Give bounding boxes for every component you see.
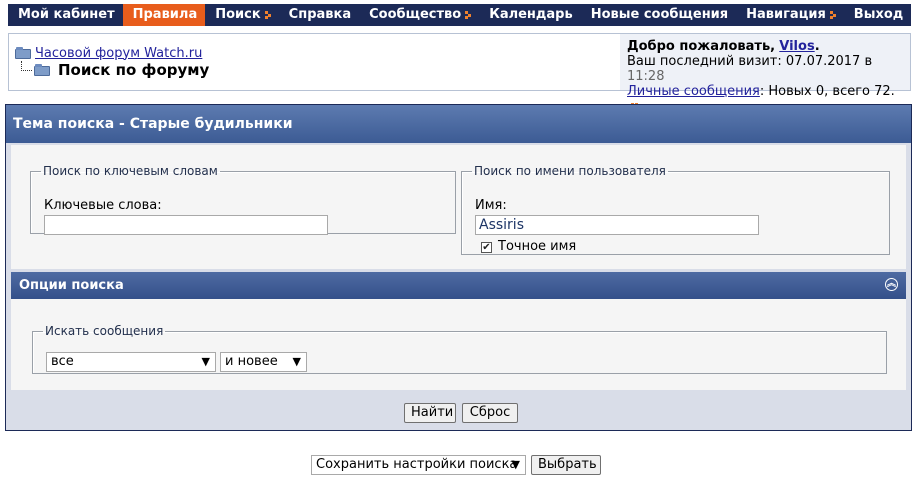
find-button[interactable]: Найти	[404, 403, 456, 423]
menu-arrow-icon	[264, 11, 271, 19]
nav-help[interactable]: Справка	[279, 4, 359, 26]
period-select[interactable]: все ▼	[46, 352, 216, 372]
nav-community[interactable]: Сообщество	[359, 4, 479, 26]
top-nav: Мой кабинет Правила Поиск Справка Сообще…	[8, 4, 911, 26]
nav-label: Поиск	[215, 7, 261, 22]
keyword-legend: Поиск по ключевым словам	[43, 164, 218, 178]
page-title: Поиск по форуму	[58, 61, 210, 79]
tree-line-icon	[21, 61, 32, 71]
save-settings-select[interactable]: Сохранить настройки поиска ▼	[311, 455, 526, 475]
nav-new-posts[interactable]: Новые сообщения	[581, 4, 736, 26]
nav-label: Календарь	[489, 7, 573, 22]
messages-legend: Искать сообщения	[45, 324, 164, 338]
search-options-header: Опции поиска ︽	[11, 272, 906, 299]
nav-label: Навигация	[746, 7, 826, 22]
nav-label: Сообщество	[369, 7, 462, 22]
header-panel: Часовой форум Watch.ru Поиск по форуму Д…	[8, 33, 911, 110]
save-settings-value: Сохранить настройки поиска	[316, 457, 518, 472]
messages-fieldset: Искать сообщения все ▼ и новее ▼	[32, 324, 887, 374]
breadcrumb-forum-link[interactable]: Часовой форум Watch.ru	[35, 46, 202, 61]
nav-label: Новые сообщения	[590, 7, 729, 22]
username-link[interactable]: Vilos	[779, 39, 814, 54]
search-panel: Тема поиска - Старые будильники Поиск по…	[5, 104, 912, 431]
private-messages-link[interactable]: Личные сообщения	[627, 84, 760, 99]
nav-rules[interactable]: Правила	[122, 4, 206, 26]
username-input[interactable]	[475, 215, 759, 235]
keyword-label: Ключевые слова:	[44, 198, 162, 213]
direction-select-value: и новее	[225, 354, 278, 369]
last-visit-text: Ваш последний визит: 07.07.2017 в	[627, 54, 873, 69]
username-label: Имя:	[475, 198, 507, 213]
search-options-body: Искать сообщения все ▼ и новее ▼	[11, 299, 906, 390]
last-visit-time: 11:28	[627, 69, 665, 84]
nav-search[interactable]: Поиск	[205, 4, 278, 26]
reset-button[interactable]: Сброс	[462, 403, 518, 423]
keyword-fieldset: Поиск по ключевым словам Ключевые слова:	[30, 164, 456, 235]
greeting-text: Добро пожаловать,	[627, 39, 776, 54]
folder-icon	[34, 64, 50, 76]
menu-arrow-icon	[465, 11, 471, 19]
nav-navigation[interactable]: Навигация	[736, 4, 844, 26]
panel-title: Тема поиска - Старые будильники	[6, 105, 911, 143]
nav-label: Справка	[288, 7, 352, 22]
collapse-icon[interactable]: ︽	[885, 278, 898, 291]
dropdown-arrow-icon: ▼	[292, 355, 301, 368]
dropdown-arrow-icon: ▼	[201, 355, 210, 368]
user-legend: Поиск по имени пользователя	[474, 164, 666, 178]
keyword-input[interactable]	[44, 215, 328, 235]
menu-arrow-icon	[829, 11, 836, 19]
nav-my-cabinet[interactable]: Мой кабинет	[8, 4, 123, 26]
welcome-box: Добро пожаловать, Vilos. Ваш последний в…	[620, 34, 910, 110]
user-fieldset: Поиск по имени пользователя Имя: ✔ Точно…	[461, 164, 890, 255]
choose-button[interactable]: Выбрать	[531, 455, 601, 475]
nav-label: Правила	[132, 7, 198, 22]
nav-label: Выход	[853, 7, 904, 22]
period-select-value: все	[51, 354, 74, 369]
search-fields: Поиск по ключевым словам Ключевые слова:…	[11, 145, 906, 269]
pm-status: : Новых 0, всего 72.	[759, 84, 895, 99]
nav-label: Мой кабинет	[18, 7, 115, 22]
nav-logout[interactable]: Выход	[844, 4, 913, 26]
breadcrumb: Часовой форум Watch.ru Поиск по форуму	[15, 45, 210, 79]
direction-select[interactable]: и новее ▼	[220, 352, 307, 372]
dropdown-arrow-icon: ▼	[511, 458, 520, 471]
nav-calendar[interactable]: Календарь	[479, 4, 581, 26]
exact-name-checkbox[interactable]: ✔	[481, 242, 492, 253]
folder-icon	[15, 47, 31, 59]
exact-name-label: Точное имя	[498, 239, 577, 254]
options-title: Опции поиска	[19, 278, 124, 293]
greeting-end: .	[814, 39, 820, 54]
